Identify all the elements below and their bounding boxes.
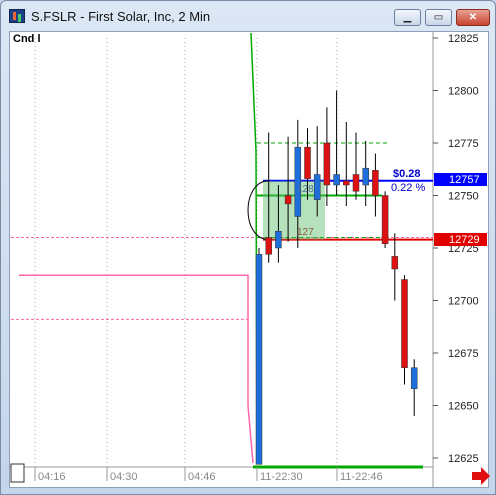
down-candle [352, 174, 360, 192]
time-tick-label: 04:30 [110, 471, 138, 483]
scroll-right-arrow-icon[interactable] [472, 467, 490, 485]
price-tick-label: 12650 [448, 401, 479, 413]
price-chart[interactable]: 1282512800127751275012725127001267512650… [1, 1, 496, 495]
pink-solid-level [19, 274, 254, 464]
blue-price-label: 12757 [449, 174, 480, 186]
down-candle [265, 237, 272, 255]
up-candle [294, 146, 302, 217]
price-axis: 1282512800127751275012725127001267512650… [433, 33, 479, 465]
vertical-gridlines [34, 38, 338, 466]
price-tick-label: 12825 [448, 33, 479, 45]
down-candle [343, 180, 350, 186]
up-candle [333, 174, 340, 186]
level-lines [11, 32, 433, 469]
up-candle [313, 174, 321, 200]
up-candle [255, 254, 263, 465]
bar-count-lower: 127 [297, 227, 314, 238]
down-candle [391, 256, 399, 270]
time-axis: 04:16 04:30 04:46 11-22:30 11-22:46 [34, 467, 383, 483]
change-percent-label: 0.22 % [391, 182, 425, 194]
down-candle [284, 195, 292, 205]
down-candle [304, 146, 311, 179]
price-tick-label: 12675 [448, 348, 479, 360]
price-tick-label: 12625 [448, 453, 479, 465]
up-candle [362, 167, 369, 186]
up-candle [275, 230, 282, 249]
indicator-label: Cnd l [13, 33, 41, 45]
change-amount-label: $0.28 [393, 168, 421, 180]
time-tick-label: 11-22:46 [340, 471, 383, 483]
price-tick-label: 12800 [448, 86, 479, 98]
bar-count-upper: 128 [297, 184, 314, 195]
time-tick-label: 11-22:30 [260, 471, 303, 483]
down-candle [323, 142, 331, 186]
scroll-handle[interactable] [10, 463, 25, 483]
red-price-label: 12729 [449, 234, 480, 246]
time-tick-label: 04:46 [188, 471, 216, 483]
down-candle [372, 170, 379, 196]
price-tick-label: 12700 [448, 296, 479, 308]
down-candle [401, 279, 408, 368]
price-tick-label: 12775 [448, 138, 479, 150]
chart-window: S.FSLR - First Solar, Inc, 2 Min ▁ ▭ ✕ 1… [0, 0, 496, 495]
time-tick-label: 04:16 [38, 471, 66, 483]
down-candle [381, 195, 389, 245]
price-tick-label: 12750 [448, 191, 479, 203]
candles [255, 90, 418, 465]
up-candle [410, 367, 418, 389]
